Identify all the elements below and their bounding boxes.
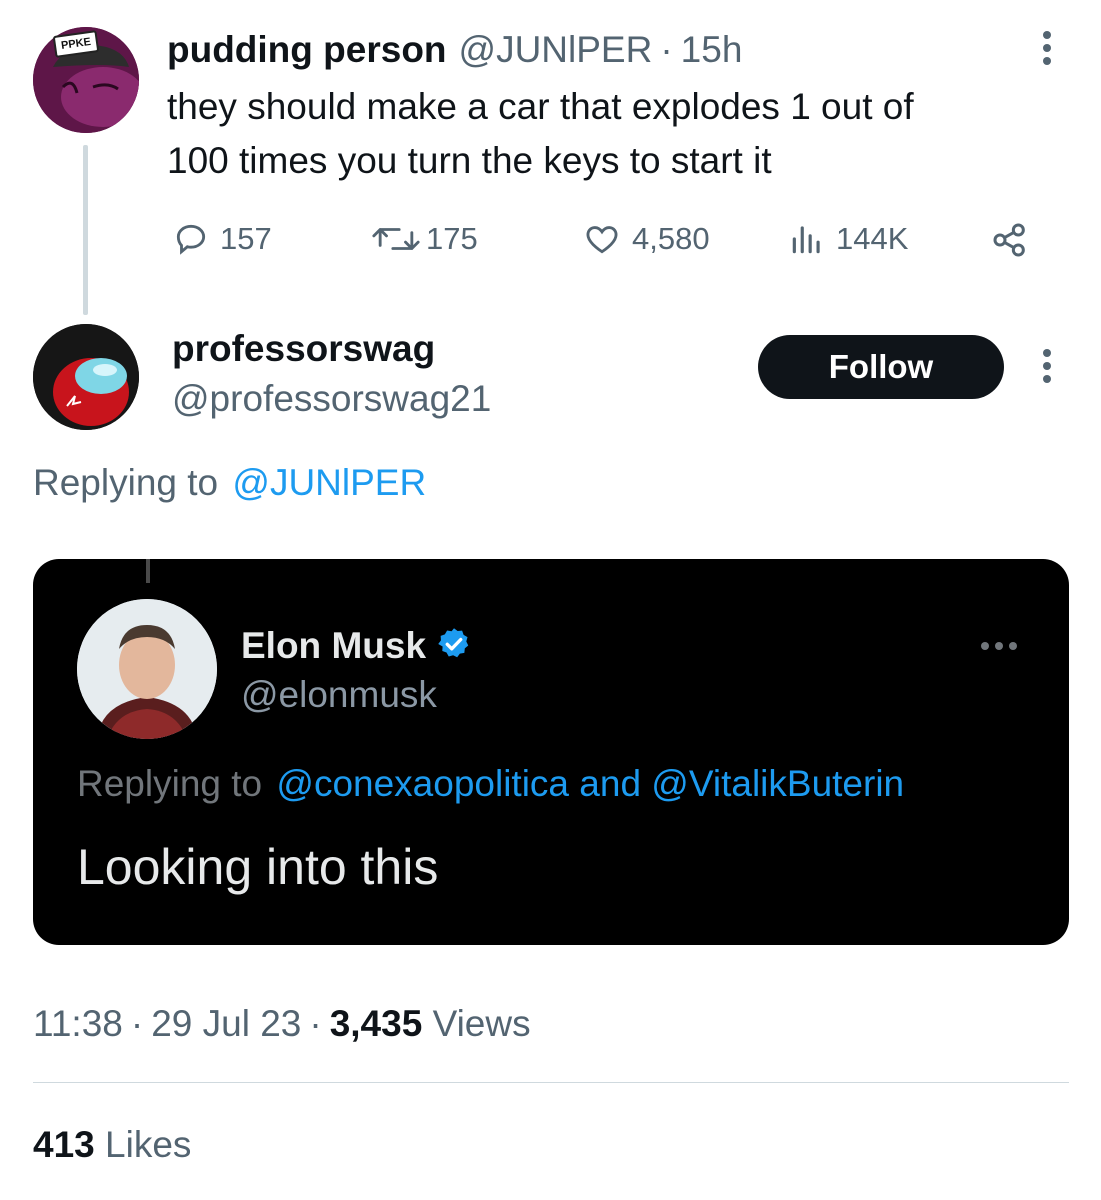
reply-avatar[interactable] [33,324,139,430]
parent-tweet-text: they should make a car that explodes 1 o… [167,80,914,188]
tweet-text-line-1: they should make a car that explodes 1 o… [167,86,914,127]
likes-stat[interactable]: 413 Likes [33,1122,191,1168]
replying-prefix: Replying to [33,462,219,503]
like-count: 4,580 [632,221,710,256]
meta-separator-2: · [309,1003,322,1044]
more-horizontal-icon [979,639,1019,657]
replying-to: Replying to @JUNlPER [33,460,426,506]
replying-handle-link[interactable]: @JUNlPER [232,462,426,503]
avatar-badge-text: PPKE [60,35,92,53]
parent-time[interactable]: 15h [681,27,743,73]
embedded-replying-to: Replying to @conexaopolitica and @Vitali… [77,761,904,807]
embedded-display-name: Elon Musk [241,625,427,666]
more-vertical-icon[interactable] [1040,30,1054,66]
embedded-avatar [77,599,217,739]
embedded-image[interactable]: Elon Musk @elonmusk Replying to @conexao… [33,559,1069,945]
likes-stat-count: 413 [33,1124,95,1165]
meta-separator-1: · [130,1003,144,1044]
parent-header: pudding person @JUNlPER · 15h [167,27,742,73]
thread-line [83,145,88,315]
views-stat-count: 3,435 [329,1003,423,1044]
views-button[interactable]: 144K [788,220,908,258]
divider [33,1082,1069,1083]
like-button[interactable]: 4,580 [582,220,710,258]
embedded-thread-line [146,559,150,583]
embedded-handle: @elonmusk [241,674,437,715]
heart-icon [582,220,622,258]
embedded-replying-prefix: Replying to [77,763,263,804]
reply-button[interactable]: 157 [172,220,272,258]
tweet-text-line-2: 100 times you turn the keys to start it [167,140,772,181]
embedded-avatar-image [77,599,217,739]
retweet-button[interactable]: 175 [370,220,478,258]
embedded-header: Elon Musk [241,623,472,669]
views-stat[interactable]: 3,435 Views [330,1001,531,1047]
embedded-replying-handles: @conexaopolitica and @VitalikButerin [276,763,905,804]
follow-button[interactable]: Follow [758,335,1004,399]
tweet-meta: 11:38 · 29 Jul 23 · 3,435 Views [33,1001,531,1047]
header-separator: · [660,29,673,70]
views-stat-label: Views [432,1003,531,1044]
follow-label: Follow [828,348,934,385]
embedded-tweet-text: Looking into this [77,839,439,895]
views-count: 144K [836,221,909,256]
retweet-count: 175 [426,221,478,256]
views-icon [788,220,826,258]
parent-display-name[interactable]: pudding person [167,27,447,73]
meta-time[interactable]: 11:38 [33,1001,123,1047]
reply-handle[interactable]: @professorswag21 [172,376,491,422]
reply-icon [172,220,210,258]
parent-handle[interactable]: @JUNlPER [459,27,653,73]
reply-display-name[interactable]: professorswag [172,326,435,372]
retweet-icon [370,220,422,258]
verified-badge-icon [436,626,472,667]
reply-avatar-image [33,324,139,430]
likes-stat-label: Likes [105,1124,192,1165]
reply-count: 157 [220,221,272,256]
meta-date[interactable]: 29 Jul 23 [151,1001,301,1047]
more-vertical-icon[interactable] [1040,348,1054,384]
share-icon[interactable] [990,220,1030,265]
